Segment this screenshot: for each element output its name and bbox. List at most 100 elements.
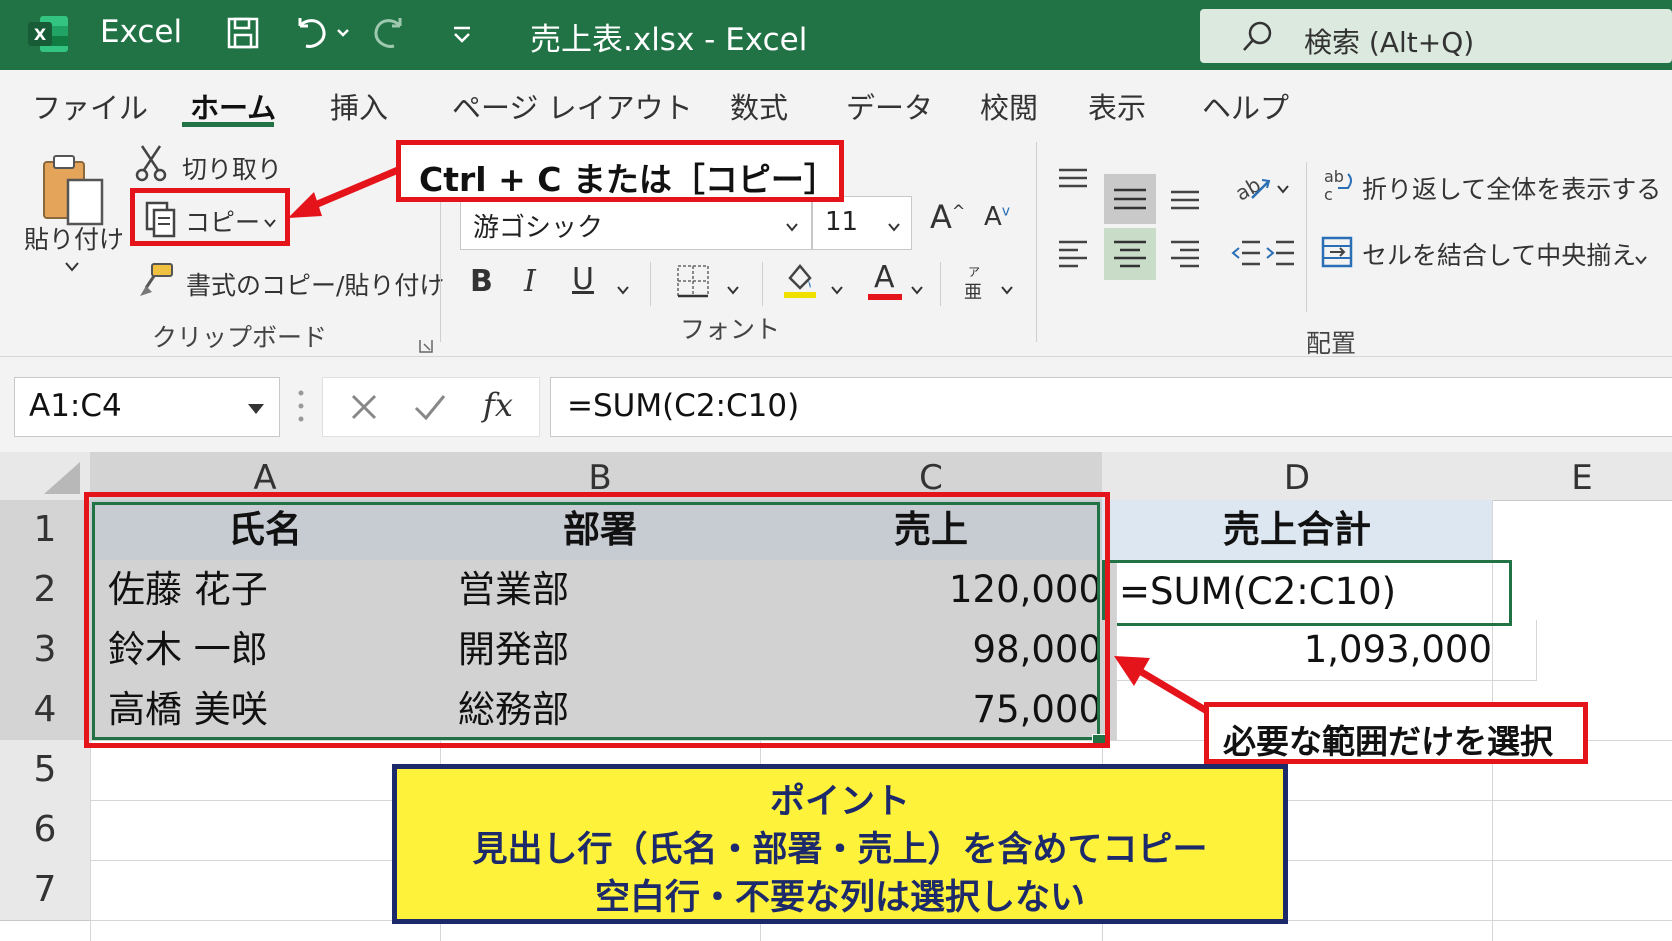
increase-font-icon[interactable]: A^ xyxy=(930,198,965,236)
formula-actions: fx xyxy=(322,377,540,437)
increase-indent-icon[interactable] xyxy=(1264,236,1296,274)
font-group-label: フォント xyxy=(680,315,781,344)
name-box-value: A1:C4 xyxy=(29,388,122,424)
separator xyxy=(1306,162,1307,312)
row-header-6[interactable]: 6 xyxy=(0,800,91,861)
font-name-select[interactable]: 游ゴシック xyxy=(460,196,812,250)
tab-file[interactable]: ファイル xyxy=(32,85,148,127)
bold-button[interactable]: B xyxy=(470,264,493,299)
merge-center-icon[interactable] xyxy=(1320,234,1354,274)
name-box[interactable]: A1:C4 xyxy=(14,377,280,437)
copy-dropdown-icon[interactable] xyxy=(263,213,277,232)
formula-input[interactable]: =SUM(C2:C10) xyxy=(550,377,1672,437)
font-color-dropdown-icon[interactable] xyxy=(910,280,924,299)
enter-icon[interactable] xyxy=(413,392,447,426)
document-title: 売上表.xlsx - Excel xyxy=(530,22,808,58)
italic-button[interactable]: I xyxy=(524,264,536,299)
cancel-icon[interactable] xyxy=(349,392,379,426)
align-middle-icon[interactable] xyxy=(1104,174,1156,224)
decrease-indent-icon[interactable] xyxy=(1230,236,1262,274)
app-name: Excel xyxy=(100,14,183,50)
font-name-dropdown-icon xyxy=(785,217,799,236)
tab-review[interactable]: 校閲 xyxy=(980,85,1038,127)
insert-function-icon[interactable]: fx xyxy=(483,386,513,424)
separator xyxy=(1036,142,1037,342)
paste-dropdown-icon[interactable] xyxy=(64,258,80,277)
ribbon-home: 貼り付け 切り取り コピー 書式のコピー/貼り付け クリップボード 游ゴシック … xyxy=(0,132,1672,358)
column-header-d[interactable]: D xyxy=(1102,452,1493,501)
formula-bar-grip-icon[interactable] xyxy=(298,389,304,427)
fill-color-icon[interactable] xyxy=(782,260,818,304)
cell-d2[interactable]: =SUM(C2:C10) xyxy=(1102,560,1512,626)
orientation-icon[interactable]: ab xyxy=(1231,170,1292,210)
font-color-icon[interactable]: A xyxy=(868,260,904,302)
separator xyxy=(940,262,941,306)
merge-center-label[interactable]: セルを結合して中央揃え xyxy=(1362,236,1636,272)
row-header-3[interactable]: 3 xyxy=(0,620,91,681)
clipboard-group-label: クリップボード xyxy=(152,323,328,352)
merge-dropdown-icon[interactable] xyxy=(1634,250,1648,269)
worksheet-grid: A B C D E 1 2 3 4 5 6 7 氏名 部署 売上 売上合計 佐藤… xyxy=(0,452,1672,941)
cut-icon[interactable] xyxy=(134,144,168,186)
alignment-group-label: 配置 xyxy=(1306,329,1357,358)
row-header-4[interactable]: 4 xyxy=(0,680,91,741)
row-header-5[interactable]: 5 xyxy=(0,740,91,801)
search-icon xyxy=(1240,19,1276,59)
font-size-value: 11 xyxy=(825,207,859,237)
svg-text:亜: 亜 xyxy=(964,282,982,302)
copy-button[interactable]: コピー xyxy=(130,188,290,246)
cell-d1[interactable]: 売上合計 xyxy=(1102,500,1493,561)
column-header-e[interactable]: E xyxy=(1492,452,1672,501)
excel-logo-icon: X xyxy=(26,12,70,56)
redo-icon[interactable] xyxy=(372,14,408,56)
align-top-icon[interactable] xyxy=(1056,166,1090,200)
underline-button[interactable]: U xyxy=(572,262,594,297)
copy-hint-arrow xyxy=(284,166,404,230)
point-line-1: 見出し行（氏名・部署・売上）を含めてコピー xyxy=(472,830,1208,870)
fill-color-dropdown-icon[interactable] xyxy=(830,280,844,299)
tab-page-layout[interactable]: ページ レイアウト xyxy=(452,85,693,127)
borders-icon[interactable] xyxy=(676,264,710,302)
align-right-icon[interactable] xyxy=(1168,236,1202,274)
separator xyxy=(650,262,651,306)
format-painter-label[interactable]: 書式のコピー/貼り付け xyxy=(186,266,444,302)
tab-data[interactable]: データ xyxy=(846,85,933,127)
copy-label: コピー xyxy=(185,208,261,237)
font-size-select[interactable]: 11 xyxy=(812,196,912,250)
save-icon[interactable] xyxy=(226,16,260,54)
decrease-font-icon[interactable]: Av xyxy=(984,202,1010,232)
search-box[interactable]: 検索 (Alt+Q) xyxy=(1200,9,1672,63)
tab-home[interactable]: ホーム xyxy=(190,85,276,127)
tab-formulas[interactable]: 数式 xyxy=(730,85,788,127)
align-bottom-icon[interactable] xyxy=(1168,182,1202,216)
paste-label[interactable]: 貼り付け xyxy=(24,220,124,256)
name-box-dropdown-icon[interactable] xyxy=(247,400,265,419)
underline-dropdown-icon[interactable] xyxy=(616,280,630,299)
customize-toolbar-icon[interactable] xyxy=(450,24,474,50)
cut-label[interactable]: 切り取り xyxy=(182,150,282,186)
tab-insert[interactable]: 挿入 xyxy=(330,85,388,127)
align-left-icon[interactable] xyxy=(1056,236,1090,274)
align-center-icon[interactable] xyxy=(1104,228,1156,280)
select-all-corner[interactable] xyxy=(0,452,91,501)
ribbon-tabs: ファイル ホーム 挿入 ページ レイアウト 数式 データ 校閲 表示 ヘルプ xyxy=(0,70,1672,132)
row-header-7[interactable]: 7 xyxy=(0,860,91,921)
wrap-text-icon[interactable]: ab c xyxy=(1322,166,1356,208)
wrap-text-label[interactable]: 折り返して全体を表示する xyxy=(1362,170,1661,206)
tab-help[interactable]: ヘルプ xyxy=(1202,85,1289,127)
select-hint-text: 必要な範囲だけを選択 xyxy=(1223,722,1553,761)
copy-icon xyxy=(143,201,177,243)
phonetic-dropdown-icon[interactable] xyxy=(1000,280,1014,299)
format-painter-icon[interactable] xyxy=(138,262,174,302)
clipboard-launcher-icon[interactable] xyxy=(418,338,434,358)
row-header-1[interactable]: 1 xyxy=(0,500,91,561)
font-name-value: 游ゴシック xyxy=(473,213,604,243)
svg-text:ア: ア xyxy=(968,265,980,279)
tab-view[interactable]: 表示 xyxy=(1088,85,1146,127)
borders-dropdown-icon[interactable] xyxy=(726,280,740,299)
row-header-2[interactable]: 2 xyxy=(0,560,91,621)
copy-hint-callout: Ctrl + C または［コピー］ xyxy=(396,140,844,202)
undo-icon[interactable] xyxy=(292,14,352,56)
phonetic-guide-icon[interactable]: ア亜 xyxy=(962,262,988,306)
svg-text:X: X xyxy=(34,25,47,44)
